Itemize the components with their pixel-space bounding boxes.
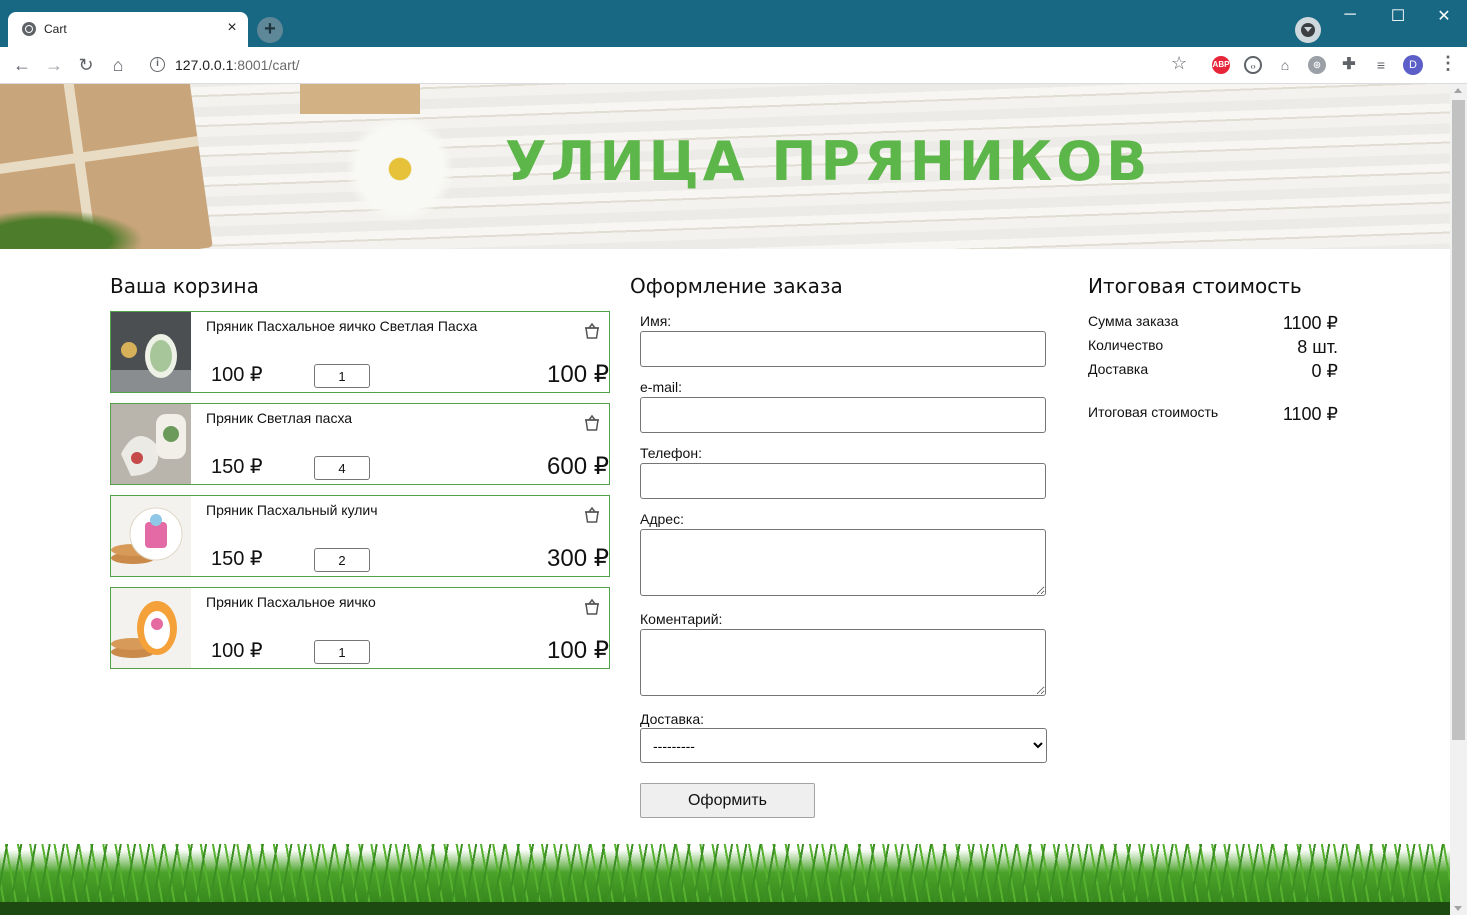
item-price: 150 ₽ [211,548,263,570]
phone-field[interactable] [640,463,1046,499]
extension-building-icon[interactable]: ⌂ [1276,56,1294,74]
item-name: Пряник Пасхальное яичко [206,594,376,610]
avatar[interactable]: D [1403,55,1423,75]
flower-image [345,114,455,224]
scroll-up-icon[interactable] [1454,88,1462,93]
order-sum-value: 1100 ₽ [1282,313,1338,333]
close-tab-icon[interactable]: × [222,19,242,37]
page-viewport: УЛИЦА ПРЯНИКОВ Ваша корзина Пряник Пасха… [0,84,1450,915]
quantity-input[interactable] [314,548,370,572]
star-icon[interactable]: ☆ [1171,53,1187,74]
product-image[interactable] [111,312,191,392]
quantity-input[interactable] [314,640,370,664]
extension-code-icon[interactable]: ‹› [1244,56,1262,74]
forward-icon[interactable]: → [43,54,65,76]
cart-item: Пряник Пасхальный кулич 150 ₽ 300 ₽ [110,495,610,577]
email-label: e-mail: [640,379,683,395]
extension-globe-icon[interactable]: ◎ [1308,56,1326,74]
summary-heading: Итоговая стоимость [1088,274,1302,298]
item-total: 100 ₽ [547,361,609,388]
address-label: Адрес: [640,511,684,527]
cart-item: Пряник Пасхальное яичко 100 ₽ 100 ₽ [110,587,610,669]
extensions-icon[interactable]: ✚ [1340,56,1358,74]
adblock-icon[interactable]: ABP [1212,56,1230,74]
trash-icon[interactable] [583,322,601,340]
item-total: 100 ₽ [547,637,609,664]
cart-heading: Ваша корзина [110,274,259,298]
browser-titlebar: Cart × + ─ ☐ ✕ [0,0,1467,47]
page-scrollbar[interactable] [1450,84,1467,915]
minimize-button[interactable]: ─ [1340,6,1360,24]
new-tab-button[interactable]: + [257,17,283,43]
site-logo-text[interactable]: УЛИЦА ПРЯНИКОВ [505,130,1151,193]
order-sum-label: Сумма заказа [1088,313,1179,329]
back-icon[interactable]: ← [11,54,33,76]
cart-item: Пряник Светлая пасха 150 ₽ 600 ₽ [110,403,610,485]
globe-icon [22,22,36,36]
product-image[interactable] [111,496,191,576]
trash-icon[interactable] [583,506,601,524]
delivery-select[interactable]: --------- [640,728,1047,763]
quantity-label: Количество [1088,337,1164,353]
tab-search-icon[interactable] [1295,17,1321,43]
tab-cart[interactable]: Cart × [8,12,248,47]
fern-image [0,204,160,249]
phone-label: Телефон: [640,445,702,461]
media-icon[interactable]: ≡ [1372,56,1390,74]
gift-box-image-2 [300,84,420,114]
email-field[interactable] [640,397,1046,433]
item-total: 600 ₽ [547,453,609,480]
item-name: Пряник Пасхальный кулич [206,502,378,518]
menu-icon[interactable]: ⋮ [1439,53,1457,74]
total-label: Итоговая стоимость [1088,404,1219,420]
cart-item: Пряник Пасхальное яичко Светлая Пасха 10… [110,311,610,393]
product-image[interactable] [111,404,191,484]
header-banner: УЛИЦА ПРЯНИКОВ [0,84,1450,249]
quantity-input[interactable] [314,364,370,388]
item-price: 100 ₽ [211,640,263,662]
total-value: 1100 ₽ [1282,404,1338,424]
item-price: 100 ₽ [211,364,263,386]
item-name: Пряник Пасхальное яичко Светлая Пасха [206,318,478,334]
address-field[interactable] [640,529,1046,596]
quantity-input[interactable] [314,456,370,480]
home-icon[interactable]: ⌂ [107,54,129,76]
trash-icon[interactable] [583,414,601,432]
reload-icon[interactable]: ↻ [75,54,97,76]
footer-bar [0,902,1450,915]
scrollbar-thumb[interactable] [1452,100,1465,740]
product-image[interactable] [111,588,191,668]
comment-label: Коментарий: [640,611,723,627]
comment-field[interactable] [640,629,1046,696]
quantity-value: 8 шт. [1297,337,1338,357]
order-heading: Оформление заказа [630,274,843,298]
item-total: 300 ₽ [547,545,609,572]
scroll-down-icon[interactable] [1454,906,1462,911]
delivery-cost-label: Доставка [1088,361,1149,377]
submit-order-button[interactable]: Оформить [640,783,815,818]
close-window-button[interactable]: ✕ [1434,6,1454,26]
info-icon[interactable]: i [150,57,165,72]
trash-icon[interactable] [583,598,601,616]
name-field[interactable] [640,331,1046,367]
item-price: 150 ₽ [211,456,263,478]
delivery-cost-value: 0 ₽ [1311,361,1338,381]
name-label: Имя: [640,313,672,329]
maximize-button[interactable]: ☐ [1388,6,1408,26]
browser-toolbar: ← → ↻ ⌂ i 127.0.0.1:8001/cart/ ☆ ABP ‹› … [0,47,1467,84]
tab-title: Cart [44,22,67,36]
item-name: Пряник Светлая пасха [206,410,353,426]
delivery-label: Доставка: [640,711,705,727]
address-bar[interactable]: 127.0.0.1:8001/cart/ [175,57,300,73]
